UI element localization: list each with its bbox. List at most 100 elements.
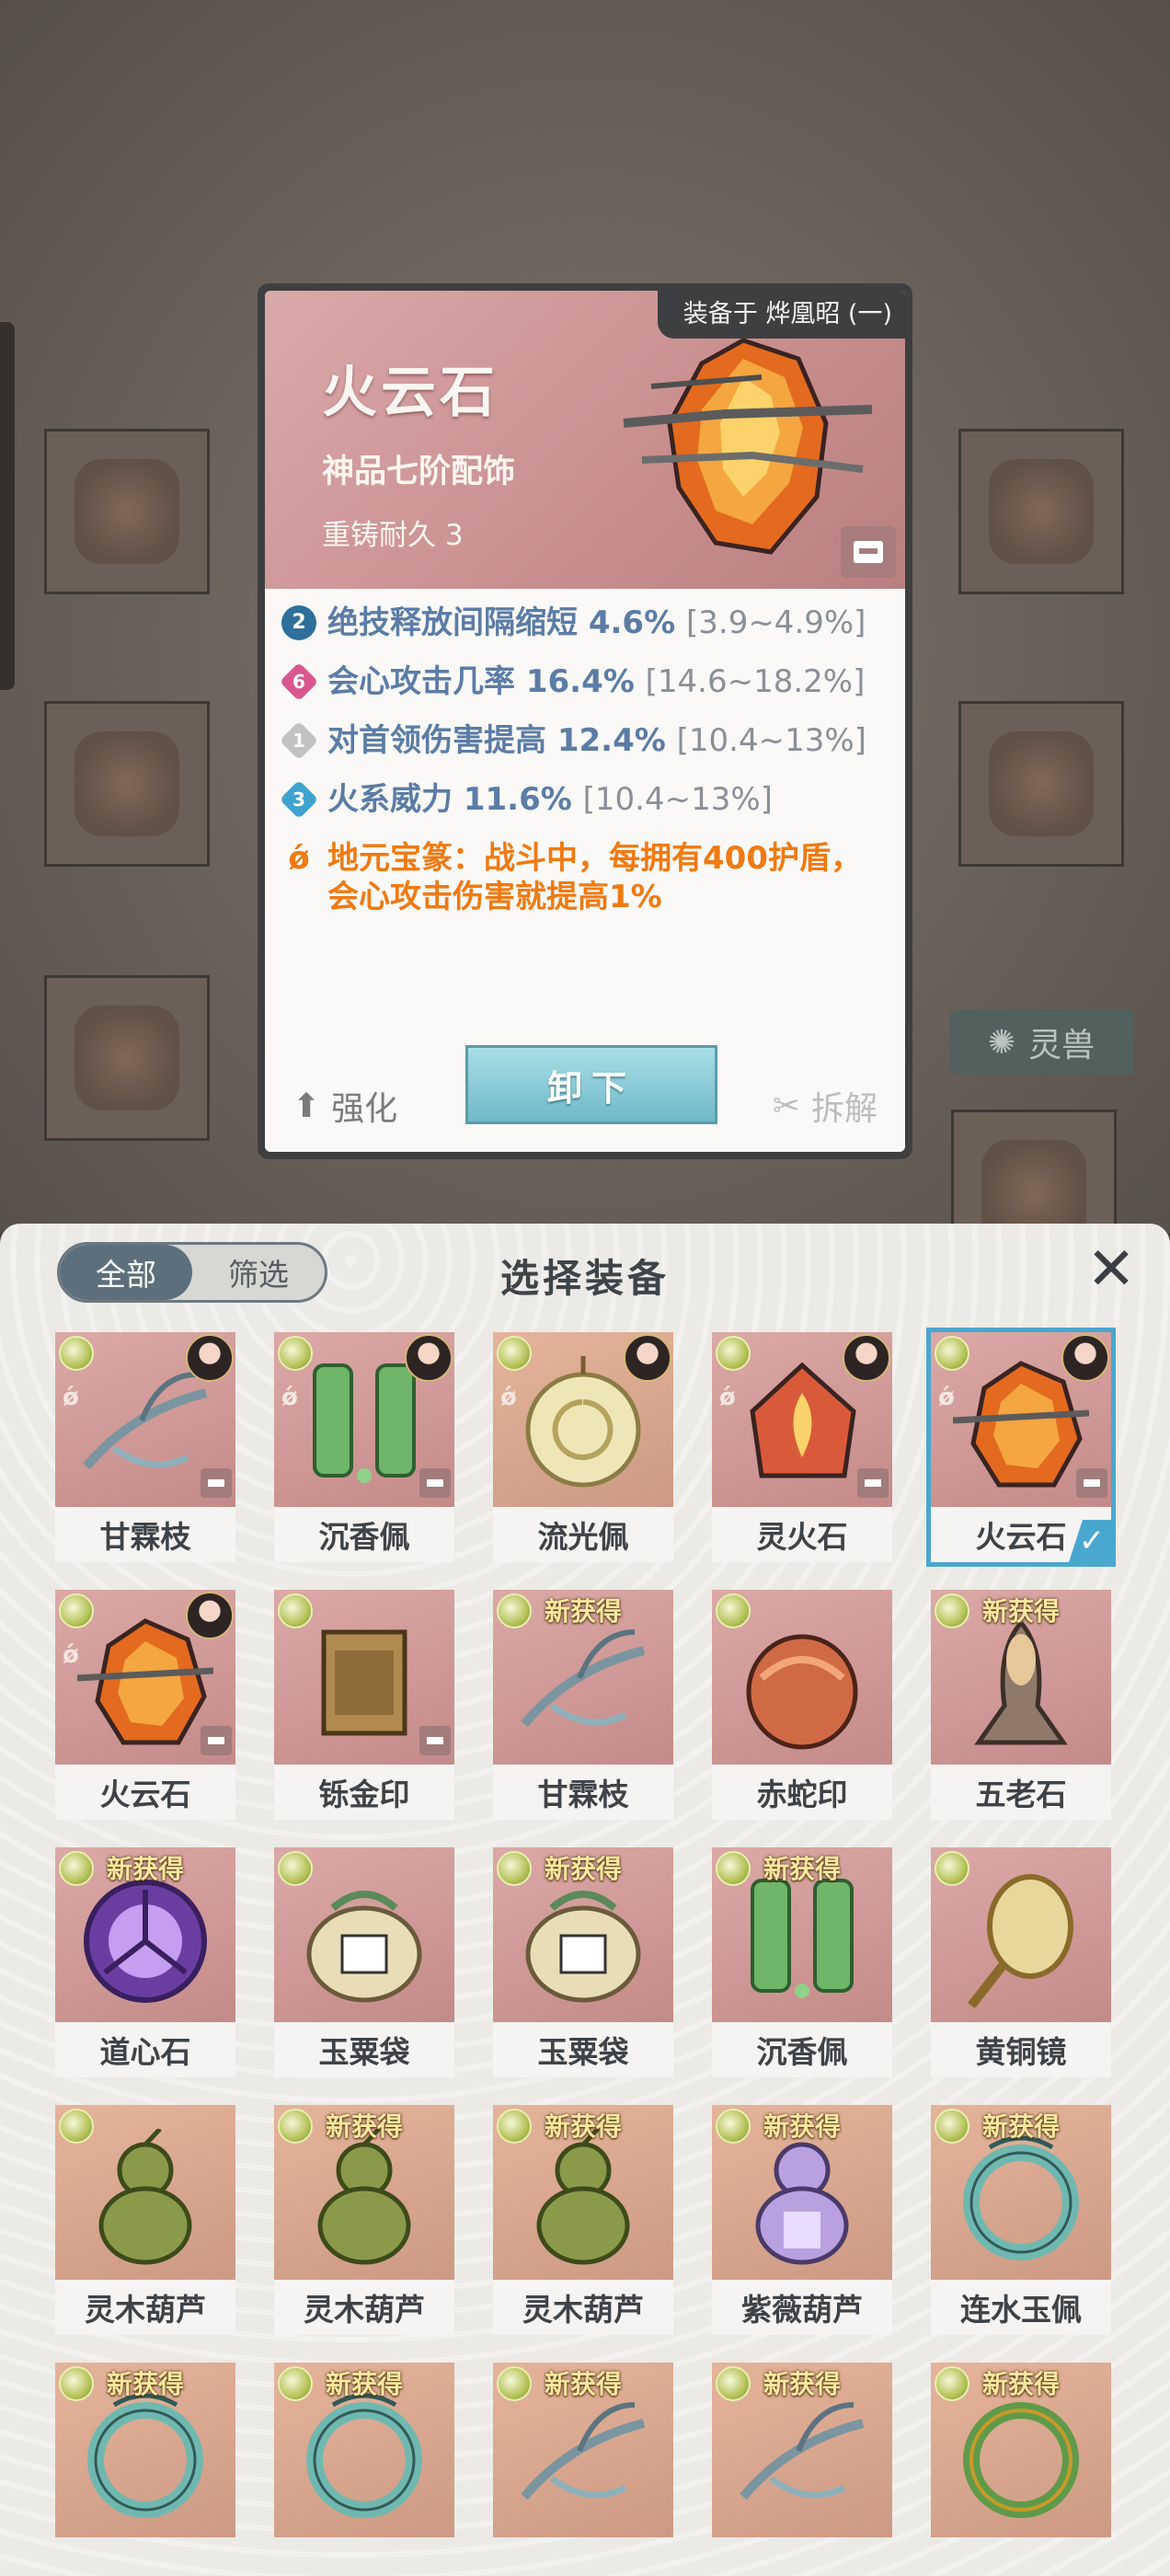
rune-icon: ǿ [938,1384,955,1411]
cyan-diamond-icon: 3 [279,779,319,820]
branch-icon [83,1372,208,1470]
spirit-beast-icon: ✺ [987,1023,1016,1062]
equipment-card[interactable]: 新获得 连水玉佩 [931,2105,1111,2335]
equipment-card[interactable]: 新获得 沉香佩 [712,1847,892,2077]
lock-toggle[interactable] [841,526,896,578]
lock-icon [201,1468,232,1498]
equipment-thumbnail [274,1847,454,2022]
branch-icon [521,1629,646,1728]
equipment-thumbnail: 新获得 [493,2105,673,2280]
equipment-name: 连水玉佩 [931,2280,1111,2335]
close-icon[interactable]: ✕ [1084,1240,1139,1299]
jade-icon [313,1363,416,1483]
jade-icon [751,1879,854,1998]
equipment-thumbnail: 新获得 [931,1590,1111,1765]
equipment-thumbnail: ǿ [274,1332,454,1507]
rune-icon: ǿ [281,1384,298,1411]
equipment-name: 紫薇葫芦 [712,2280,892,2335]
equipment-thumbnail: 新获得 [712,1847,892,2022]
dismantle-button[interactable]: ✂ 拆解 [773,1082,878,1130]
equipment-card[interactable]: 新获得 五老石 [931,1590,1111,1820]
rarity-bead-icon [59,2109,94,2144]
equip-slot[interactable] [44,701,210,867]
spirit-beast-tab[interactable]: ✺ 灵兽 [949,1010,1133,1075]
special-effect-text: 地元宝篆：战斗中，每拥有400护盾，会心攻击伤害就提高1% [327,840,862,915]
attribute-text: 对首领伤害提高 12.4% [327,722,666,759]
equip-slot[interactable] [44,429,210,594]
equipment-thumbnail: 新获得 [931,2363,1111,2537]
equipment-card[interactable]: 铄金印 [274,1590,454,1820]
lock-icon [1076,1468,1107,1498]
equip-slot[interactable] [958,429,1124,594]
equipment-card[interactable]: 新获得 紫薇葫芦 [712,2105,892,2335]
rarity-bead-icon [278,1851,313,1886]
item-header: 装备于 烨凰昭 (一) 火云石 神品七阶配饰 重铸耐久 3 [265,291,905,589]
equipment-card[interactable]: 新获得 灵木葫芦 [274,2105,454,2335]
gourd-icon [317,2129,411,2265]
equipment-name: 灵木葫芦 [493,2280,673,2335]
equipment-card[interactable]: 灵木葫芦 [55,2105,235,2335]
rune-icon: ǿ [500,1384,517,1411]
equipment-card[interactable]: 赤蛇印 [712,1590,892,1820]
new-badge: 新获得 [981,2111,1060,2142]
side-drawer-handle[interactable] [0,322,15,690]
equipment-card[interactable]: 新获得 [931,2363,1111,2576]
equipped-hero-avatar [186,1592,234,1639]
equipment-card[interactable]: 玉粟袋 [274,1847,454,2077]
lock-icon [854,541,883,563]
lock-icon [857,1468,889,1498]
equipment-card[interactable]: 新获得 [274,2363,454,2576]
equipment-card[interactable]: ǿ 灵火石 [712,1332,892,1562]
equipment-card[interactable]: 新获得 玉粟袋 [493,1847,673,2077]
new-badge: 新获得 [544,2111,622,2142]
attribute-list: 2 绝技释放间隔缩短 4.6% [3.9~4.9%] 6 会心攻击几率 16.4… [279,604,892,937]
equipment-thumbnail: 新获得 [931,2105,1111,2280]
rarity-bead-icon [935,1336,969,1371]
item-name: 火云石 [322,361,499,425]
rock-icon [953,1361,1089,1488]
new-badge: 新获得 [763,2369,841,2399]
attribute-text: 火系威力 11.6% [327,781,572,818]
rune-icon: ǿ [719,1384,736,1411]
equipment-thumbnail [712,1590,892,1765]
equipment-card[interactable]: 新获得 [55,2363,235,2576]
equipment-card[interactable]: ǿ 甘霖枝 [55,1332,235,1562]
equipment-card[interactable]: 新获得 [712,2363,892,2576]
equipment-card[interactable]: 黄铜镜 [931,1847,1111,2077]
arrow-up-icon: ⬆ [292,1087,321,1125]
equipment-card[interactable]: ǿ 火云石 ✓ [926,1328,1116,1567]
attribute-row: 6 会心攻击几率 16.4% [14.6~18.2%] [279,661,892,702]
spirit-beast-label: 灵兽 [1028,1027,1095,1064]
enhance-button[interactable]: ⬆ 强化 [292,1082,397,1130]
equipment-card[interactable]: ǿ 沉香佩 [274,1332,454,1562]
equipment-name: 赤蛇印 [712,1765,892,1820]
equipment-thumbnail [55,2105,235,2280]
rarity-bead-icon [716,1336,751,1371]
equip-slot[interactable] [958,701,1124,867]
rarity-bead-icon [278,1593,313,1628]
equipment-card[interactable]: 新获得 [493,2363,673,2576]
equipment-thumbnail: 新获得 [55,2363,235,2537]
ring-icon [87,2393,203,2518]
equipment-card[interactable]: 新获得 道心石 [55,1847,235,2077]
new-badge: 新获得 [981,1596,1060,1627]
attribute-range: [14.6~18.2%] [645,663,866,700]
equipment-thumbnail: 新获得 [493,2363,673,2537]
equipment-card[interactable]: 新获得 灵木葫芦 [493,2105,673,2335]
new-badge: 新获得 [544,1854,622,1884]
equipment-card[interactable]: ǿ 火云石 [55,1590,235,1820]
enhance-label: 强化 [331,1090,398,1128]
equipment-thumbnail: 新获得 [274,2105,454,2280]
equip-slot[interactable] [44,975,210,1141]
unequip-button[interactable]: 卸下 [465,1045,717,1124]
equipment-name: 灵木葫芦 [55,2280,235,2335]
equipped-hero-avatar [624,1334,671,1382]
equipment-card[interactable]: ǿ 流光佩 [493,1332,673,1562]
equipment-thumbnail: ǿ [712,1332,892,1507]
equipment-thumbnail: ǿ [493,1332,673,1507]
purple-gourd-icon [755,2142,849,2265]
equipment-card[interactable]: 新获得 甘霖枝 [493,1590,673,1820]
special-effect-row: ǿ 地元宝篆：战斗中，每拥有400护盾，会心攻击伤害就提高1% [281,839,892,916]
equipment-name: 玉粟袋 [274,2022,454,2077]
equipment-name: 甘霖枝 [493,1765,673,1820]
